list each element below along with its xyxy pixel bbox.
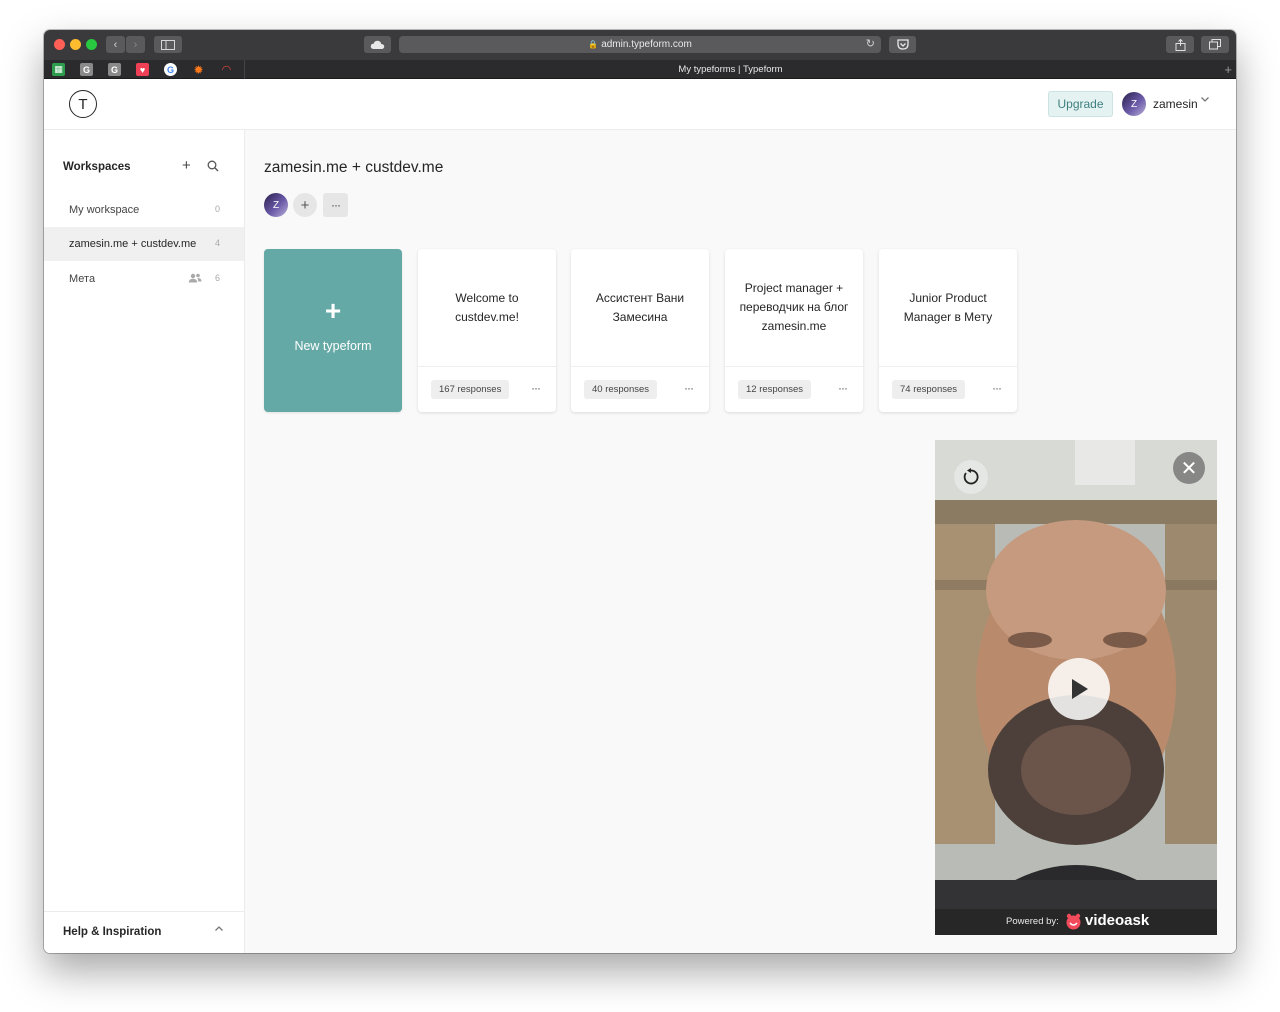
typeform-card-footer: 167 responses ··· [418, 366, 556, 412]
invite-member-button[interactable]: + [293, 193, 317, 217]
card-more-button[interactable]: ··· [531, 381, 541, 395]
workspaces-heading: Workspaces [63, 161, 131, 173]
back-button[interactable]: ‹ [106, 36, 125, 53]
help-inspiration-section[interactable]: Help & Inspiration [44, 911, 244, 953]
pocket-favicon-icon[interactable]: ♥ [136, 63, 149, 76]
forward-button[interactable]: › [126, 36, 145, 53]
typeform-card[interactable]: Ассистент Вани Замесина 40 responses ··· [571, 249, 709, 412]
typeform-card-footer: 74 responses ··· [879, 366, 1017, 412]
pocket-icon [896, 39, 909, 50]
show-tabs-button[interactable] [1201, 36, 1229, 53]
typeform-card[interactable]: Project manager + переводчик на блог zam… [725, 249, 863, 412]
tab-bar: ▦ G G ♥ G ✹ ◠ My typeforms | Typeform + [44, 60, 1236, 79]
address-bar[interactable]: 🔒 admin.typeform.com ↻ [399, 36, 881, 53]
minimize-window-button[interactable] [70, 39, 81, 50]
share-button[interactable] [1166, 36, 1194, 53]
sidebar-icon [161, 39, 175, 50]
browser-titlebar: ‹ › 🔒 admin.typeform.com ↻ [44, 30, 1236, 60]
videoask-brand[interactable]: videoask [1085, 912, 1149, 929]
bookmark-g2-favicon-icon[interactable]: G [108, 63, 121, 76]
username-label[interactable]: zamesin [1153, 97, 1198, 111]
play-icon[interactable] [1048, 658, 1110, 720]
lock-icon: 🔒 [588, 40, 599, 49]
powered-by-label: Powered by: [1006, 916, 1059, 927]
typeform-card[interactable]: Welcome to custdev.me! 167 responses ··· [418, 249, 556, 412]
zoom-window-button[interactable] [86, 39, 97, 50]
card-more-button[interactable]: ··· [838, 381, 848, 395]
help-inspiration-label: Help & Inspiration [63, 926, 162, 938]
new-typeform-button[interactable]: + New typeform [264, 249, 402, 412]
typeform-title: Project manager + переводчик на блог zam… [739, 281, 849, 333]
sidebar-item-count: 6 [214, 273, 220, 283]
typeform-logo[interactable]: T [69, 90, 97, 118]
cloud-icon [370, 40, 385, 49]
sidebar-item-my-workspace[interactable]: My workspace 0 [44, 193, 244, 227]
tabs-overview-icon [1209, 39, 1221, 50]
sidebar-item-meta[interactable]: Мета 6 [44, 262, 244, 296]
upgrade-button[interactable]: Upgrade [1048, 91, 1113, 117]
sidebar-item-label: Мета [69, 273, 96, 285]
share-icon [1175, 38, 1185, 51]
responses-badge[interactable]: 12 responses [738, 380, 812, 399]
bookmark-g-favicon-icon[interactable]: G [80, 63, 93, 76]
close-window-button[interactable] [54, 39, 65, 50]
sun-favicon-icon[interactable]: ✹ [192, 63, 205, 77]
user-avatar[interactable]: Z [1122, 92, 1146, 116]
close-icon[interactable]: ✕ [1173, 452, 1205, 484]
videoask-footer: Powered by: videoask [935, 909, 1217, 935]
search-icon[interactable] [207, 159, 219, 172]
chevron-down-icon[interactable] [1200, 93, 1210, 107]
url-text: admin.typeform.com [601, 39, 692, 50]
sidebar-item-label: zamesin.me + custdev.me [69, 238, 197, 250]
active-tab[interactable]: My typeforms | Typeform [244, 60, 1216, 79]
pocket-button[interactable] [889, 36, 916, 53]
typeform-title: Welcome to custdev.me! [455, 290, 519, 324]
plus-icon: + [324, 295, 342, 326]
chevron-up-icon[interactable] [214, 924, 224, 937]
reload-icon[interactable]: ↻ [866, 37, 875, 50]
typeform-card-footer: 40 responses ··· [571, 366, 709, 412]
shared-users-icon [188, 273, 202, 283]
sidebar-item-zamesin-custdev[interactable]: zamesin.me + custdev.me 4 [44, 227, 244, 261]
responses-badge[interactable]: 74 responses [892, 380, 966, 399]
typeform-title: Ассистент Вани Замесина [595, 290, 685, 324]
icloud-tabs-button[interactable] [364, 36, 391, 53]
gauge-favicon-icon[interactable]: ◠ [220, 63, 233, 76]
replay-icon[interactable] [954, 460, 988, 494]
typeform-card-footer: 12 responses ··· [725, 366, 863, 412]
sidebar-item-count: 4 [214, 238, 220, 248]
card-more-button[interactable]: ··· [684, 381, 694, 395]
member-avatar[interactable]: Z [264, 193, 288, 217]
card-more-button[interactable]: ··· [992, 381, 1002, 395]
videoask-widget[interactable]: ✕ Powered by: videoask [935, 440, 1217, 935]
new-tab-button[interactable]: + [1224, 62, 1232, 77]
new-typeform-label: New typeform [294, 339, 372, 353]
sidebar-item-count: 0 [214, 204, 220, 214]
workspace-more-button[interactable]: ··· [323, 193, 348, 217]
add-workspace-button[interactable]: + [182, 157, 191, 174]
workspace-title: zamesin.me + custdev.me [264, 159, 444, 176]
responses-badge[interactable]: 40 responses [584, 380, 658, 399]
google-sheets-favicon-icon[interactable]: ▦ [52, 63, 65, 76]
workspaces-sidebar: Workspaces + My workspace 0 zamesin.me +… [44, 130, 245, 953]
browser-window: ‹ › 🔒 admin.typeform.com ↻ ▦ G G ♥ G ✹ ◠ [44, 30, 1236, 953]
typeform-title: Junior Product Manager в Мету [903, 290, 993, 324]
videoask-logo-icon [1066, 913, 1081, 930]
responses-badge[interactable]: 167 responses [431, 380, 510, 399]
sidebar-item-label: My workspace [69, 204, 140, 216]
google-favicon-icon[interactable]: G [164, 63, 177, 76]
typeform-card[interactable]: Junior Product Manager в Мету 74 respons… [879, 249, 1017, 412]
sidebar-toggle-button[interactable] [154, 36, 182, 53]
app-header: T Upgrade Z zamesin [44, 79, 1236, 130]
